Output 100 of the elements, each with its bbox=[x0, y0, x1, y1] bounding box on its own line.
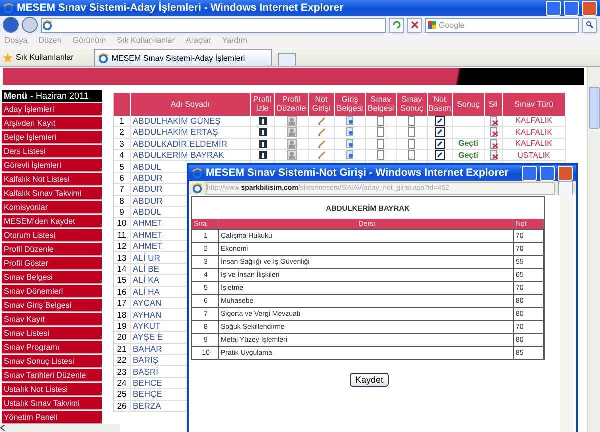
student-name-link[interactable]: BEHÇE bbox=[133, 389, 162, 400]
student-name-link[interactable]: ABDULKADİR ELDEMİR bbox=[133, 138, 228, 149]
pencil-square-icon[interactable] bbox=[435, 150, 445, 160]
favorites-button[interactable]: Sık Kullanılanlar bbox=[16, 53, 74, 62]
book-icon[interactable] bbox=[258, 150, 268, 160]
student-name-link[interactable]: ABDÜL bbox=[133, 207, 162, 218]
menu-link[interactable]: Sınav Kayıt bbox=[2, 313, 102, 326]
maximize-button[interactable] bbox=[564, 0, 579, 16]
student-name-link[interactable]: BAHAR bbox=[133, 344, 162, 354]
document-icon[interactable] bbox=[376, 127, 386, 138]
pencil-icon[interactable] bbox=[316, 127, 326, 138]
student-name-link[interactable]: BARIŞ bbox=[133, 355, 159, 366]
refresh-button[interactable] bbox=[389, 18, 404, 32]
menu-link[interactable]: Sınav Dönemleri bbox=[2, 285, 102, 298]
browser-tab[interactable]: MESEM Sınav Sistemi-Aday İşlemleri bbox=[94, 49, 272, 66]
student-name-link[interactable]: AHMET bbox=[133, 230, 163, 240]
search-button[interactable] bbox=[582, 18, 597, 32]
student-name-link[interactable]: AYCAN bbox=[133, 298, 162, 308]
menu-link[interactable]: Komisyonlar bbox=[2, 201, 102, 214]
person-icon[interactable] bbox=[286, 150, 296, 160]
student-name-link[interactable]: AYHAN bbox=[133, 310, 162, 320]
document-icon[interactable] bbox=[407, 116, 417, 126]
menu-link[interactable]: Profil Göster bbox=[2, 257, 102, 270]
pencil-icon[interactable] bbox=[316, 150, 326, 160]
document-icon[interactable] bbox=[345, 150, 355, 160]
refresh-button[interactable] bbox=[558, 180, 573, 196]
student-name-link[interactable]: BERZA bbox=[133, 400, 162, 411]
minimize-button[interactable] bbox=[546, 0, 561, 16]
document-icon[interactable] bbox=[376, 116, 386, 126]
book-icon[interactable] bbox=[258, 138, 268, 149]
student-name-link[interactable]: ABDULHAKİM GÜNEŞ bbox=[133, 116, 221, 126]
vertical-scrollbar[interactable] bbox=[587, 67, 600, 432]
student-name-link[interactable]: ABDUR bbox=[133, 196, 163, 206]
delete-icon[interactable] bbox=[488, 116, 498, 126]
menu-link[interactable]: Ders Listesi bbox=[2, 145, 102, 158]
address-field[interactable] bbox=[41, 18, 386, 32]
document-icon[interactable] bbox=[407, 127, 417, 138]
menu-link[interactable]: MESEM'den Kaydet bbox=[2, 215, 102, 228]
book-icon[interactable] bbox=[258, 116, 268, 126]
stop-button[interactable] bbox=[407, 18, 422, 32]
maximize-button[interactable] bbox=[540, 166, 555, 180]
menu-link[interactable]: Sınav Listesi bbox=[2, 327, 102, 340]
menu-link[interactable]: Sınav Giriş Belgesi bbox=[2, 299, 102, 312]
student-name-link[interactable]: ALİ KA bbox=[133, 275, 160, 286]
menu-link[interactable]: Sınav Programı bbox=[2, 341, 102, 354]
student-name-link[interactable]: ALİ UR bbox=[133, 252, 160, 263]
document-icon[interactable] bbox=[407, 150, 417, 160]
person-icon[interactable] bbox=[286, 116, 296, 126]
student-name-link[interactable]: BASRİ bbox=[133, 366, 159, 377]
menu-link[interactable]: Yönetim Paneli bbox=[2, 411, 102, 424]
student-name-link[interactable]: ABDUL bbox=[133, 162, 162, 172]
student-name-link[interactable]: ABDULKERİM BAYRAK bbox=[133, 150, 224, 160]
menu-link[interactable]: Sınav Tarihleri Düzenle bbox=[2, 369, 102, 382]
menu-link[interactable]: Kalfalık Not Listesi bbox=[2, 173, 102, 186]
close-button[interactable] bbox=[582, 0, 597, 16]
student-name-link[interactable]: AHMET bbox=[133, 241, 163, 252]
save-button[interactable]: Kaydet bbox=[350, 373, 389, 387]
pencil-square-icon[interactable] bbox=[435, 138, 445, 149]
delete-icon[interactable] bbox=[488, 138, 498, 149]
menu-link[interactable]: Profil Düzenle bbox=[2, 243, 102, 256]
document-icon[interactable] bbox=[376, 150, 386, 160]
menu-link[interactable]: Sınav Belgesi bbox=[2, 271, 102, 284]
student-name-link[interactable]: AYKUT bbox=[133, 321, 161, 331]
document-icon[interactable] bbox=[376, 138, 386, 149]
student-name-link[interactable]: ABDULHAKİM ERTAŞ bbox=[133, 127, 218, 138]
document-icon[interactable] bbox=[345, 116, 355, 126]
pencil-icon[interactable] bbox=[316, 138, 326, 149]
close-button[interactable] bbox=[558, 166, 573, 180]
menu-link[interactable]: Sınav Sonuç Listesi bbox=[2, 355, 102, 368]
menu-link[interactable]: Görevli İşlemleri bbox=[2, 159, 102, 172]
menu-link[interactable]: Arşivden Kayıt bbox=[2, 117, 102, 130]
vertical-scrollbar[interactable] bbox=[560, 195, 574, 432]
menu-link[interactable]: Oturum Listesi bbox=[2, 229, 102, 242]
horizontal-scrollbar[interactable] bbox=[0, 424, 120, 432]
new-tab-button[interactable] bbox=[278, 53, 296, 66]
menu-link[interactable]: Aday İşlemleri bbox=[2, 103, 102, 116]
menu-link[interactable]: Belge İşlemleri bbox=[2, 131, 102, 144]
student-name-link[interactable]: BEHCE bbox=[133, 378, 162, 388]
menu-link[interactable]: Kalfalık Sınav Takvimi bbox=[2, 187, 102, 200]
delete-icon[interactable] bbox=[488, 150, 498, 160]
forward-button[interactable] bbox=[22, 17, 38, 33]
pencil-icon[interactable] bbox=[316, 116, 326, 126]
person-icon[interactable] bbox=[286, 127, 296, 138]
book-icon[interactable] bbox=[258, 127, 268, 138]
minimize-button[interactable] bbox=[522, 166, 537, 180]
document-icon[interactable] bbox=[407, 138, 417, 149]
student-name-link[interactable]: AHMET bbox=[133, 218, 163, 228]
menu-link[interactable]: Ustalık Sınav Takvimi bbox=[2, 397, 102, 410]
delete-icon[interactable] bbox=[488, 127, 498, 138]
pencil-square-icon[interactable] bbox=[435, 116, 445, 126]
document-icon[interactable] bbox=[345, 127, 355, 138]
back-button[interactable] bbox=[3, 17, 19, 33]
person-icon[interactable] bbox=[286, 138, 296, 149]
student-name-link[interactable]: ABDUR bbox=[133, 184, 163, 194]
student-name-link[interactable]: ALİ HA bbox=[133, 286, 160, 297]
document-icon[interactable] bbox=[345, 138, 355, 149]
student-name-link[interactable]: ALİ BE bbox=[133, 264, 160, 274]
student-name-link[interactable]: AYŞE E bbox=[133, 332, 164, 342]
menu-link[interactable]: Ustalık Not Listesi bbox=[2, 383, 102, 396]
student-name-link[interactable]: ABDUR bbox=[133, 172, 163, 183]
